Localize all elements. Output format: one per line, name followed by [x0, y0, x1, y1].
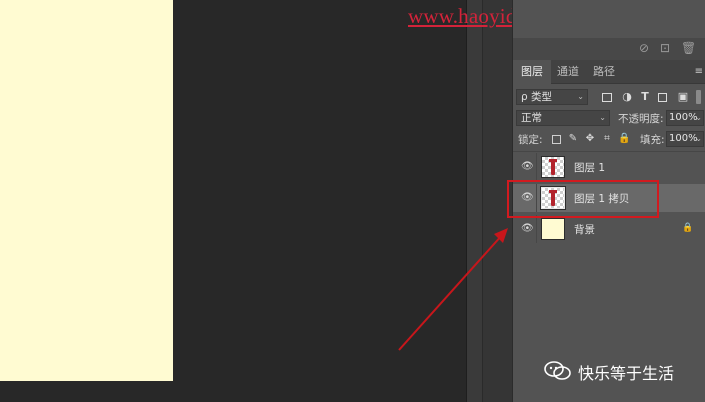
filter-toggle[interactable] [696, 90, 701, 104]
lock-transparent-icon[interactable] [552, 135, 561, 144]
tab-paths[interactable]: 路径 [589, 60, 619, 84]
wechat-icon [544, 361, 571, 380]
dock-collapsed-strip [466, 0, 482, 402]
panel-menu-icon[interactable]: ≡ [695, 66, 703, 77]
trash-icon[interactable]: 🗑 [681, 41, 696, 55]
lock-row: 锁定: ✎ ✥ ⌗ 🔒 填充: 100% ⌄ [516, 131, 704, 148]
panel-divider [513, 151, 705, 152]
blend-mode-label: 正常 [521, 112, 542, 124]
chevron-down-icon: ⌄ [695, 134, 702, 143]
adjustment-filter-icon[interactable]: ◑ [620, 90, 634, 104]
lock-position-move-icon[interactable]: ✥ [584, 133, 596, 145]
annotation-highlight-box [507, 180, 659, 218]
layer-row-background[interactable]: 👁 背景 🔒 [513, 215, 705, 243]
opacity-label: 不透明度: [618, 113, 664, 125]
forbid-icon[interactable]: ⊘ [637, 41, 651, 55]
layer-separator [536, 153, 537, 181]
layer-thumbnail [541, 156, 565, 178]
tab-channels[interactable]: 通道 [553, 60, 583, 84]
chevron-down-icon: ⌄ [695, 113, 702, 122]
fill-value: 100% [669, 133, 698, 144]
filter-kind-label: ρ 类型 [521, 91, 553, 103]
lock-icon: 🔒 [682, 223, 694, 233]
blend-row: 正常 ⌄ 不透明度: 100% ⌄ [516, 110, 704, 127]
lock-all-icon[interactable]: 🔒 [618, 133, 630, 145]
pixel-filter-icon[interactable] [602, 93, 612, 102]
shape-filter-icon[interactable] [658, 93, 667, 102]
layer-filter-row: ρ 类型 ⌄ ◑ T ▣ [516, 89, 704, 106]
footer-watermark-text: 快乐等于生活 [578, 364, 675, 383]
opacity-value: 100% [669, 112, 698, 123]
fill-label: 填充: [640, 134, 665, 146]
fill-field[interactable]: 100% ⌄ [666, 131, 704, 147]
layer-row-1[interactable]: 👁 图层 1 [513, 153, 705, 181]
new-item-icon[interactable]: ⊡ [658, 41, 672, 55]
layer-separator [536, 215, 537, 243]
filter-kind-select[interactable]: ρ 类型 ⌄ [516, 89, 588, 105]
lock-label: 锁定: [518, 134, 543, 146]
chevron-down-icon: ⌄ [599, 113, 606, 122]
smart-object-filter-icon[interactable]: ▣ [676, 90, 690, 104]
document-canvas[interactable] [0, 0, 173, 381]
opacity-field[interactable]: 100% ⌄ [666, 110, 704, 126]
layer-name: 背景 [574, 224, 595, 236]
eye-icon[interactable]: 👁 [521, 224, 534, 234]
layer-thumbnail [541, 218, 565, 240]
type-filter-icon[interactable]: T [638, 90, 652, 104]
chevron-down-icon: ⌄ [577, 92, 584, 101]
workspace-background [173, 0, 466, 402]
lock-image-brush-icon[interactable]: ✎ [567, 133, 579, 145]
panel-top-bar [513, 38, 705, 60]
blend-mode-select[interactable]: 正常 ⌄ [516, 110, 610, 126]
tab-layers[interactable]: 图层 [513, 60, 551, 84]
layer-content-glyph [549, 159, 557, 175]
panel-tabs: 图层 通道 路径 [513, 60, 705, 84]
eye-icon[interactable]: 👁 [521, 162, 534, 172]
layer-name: 图层 1 [574, 162, 606, 174]
lock-artboard-icon[interactable]: ⌗ [601, 133, 613, 145]
